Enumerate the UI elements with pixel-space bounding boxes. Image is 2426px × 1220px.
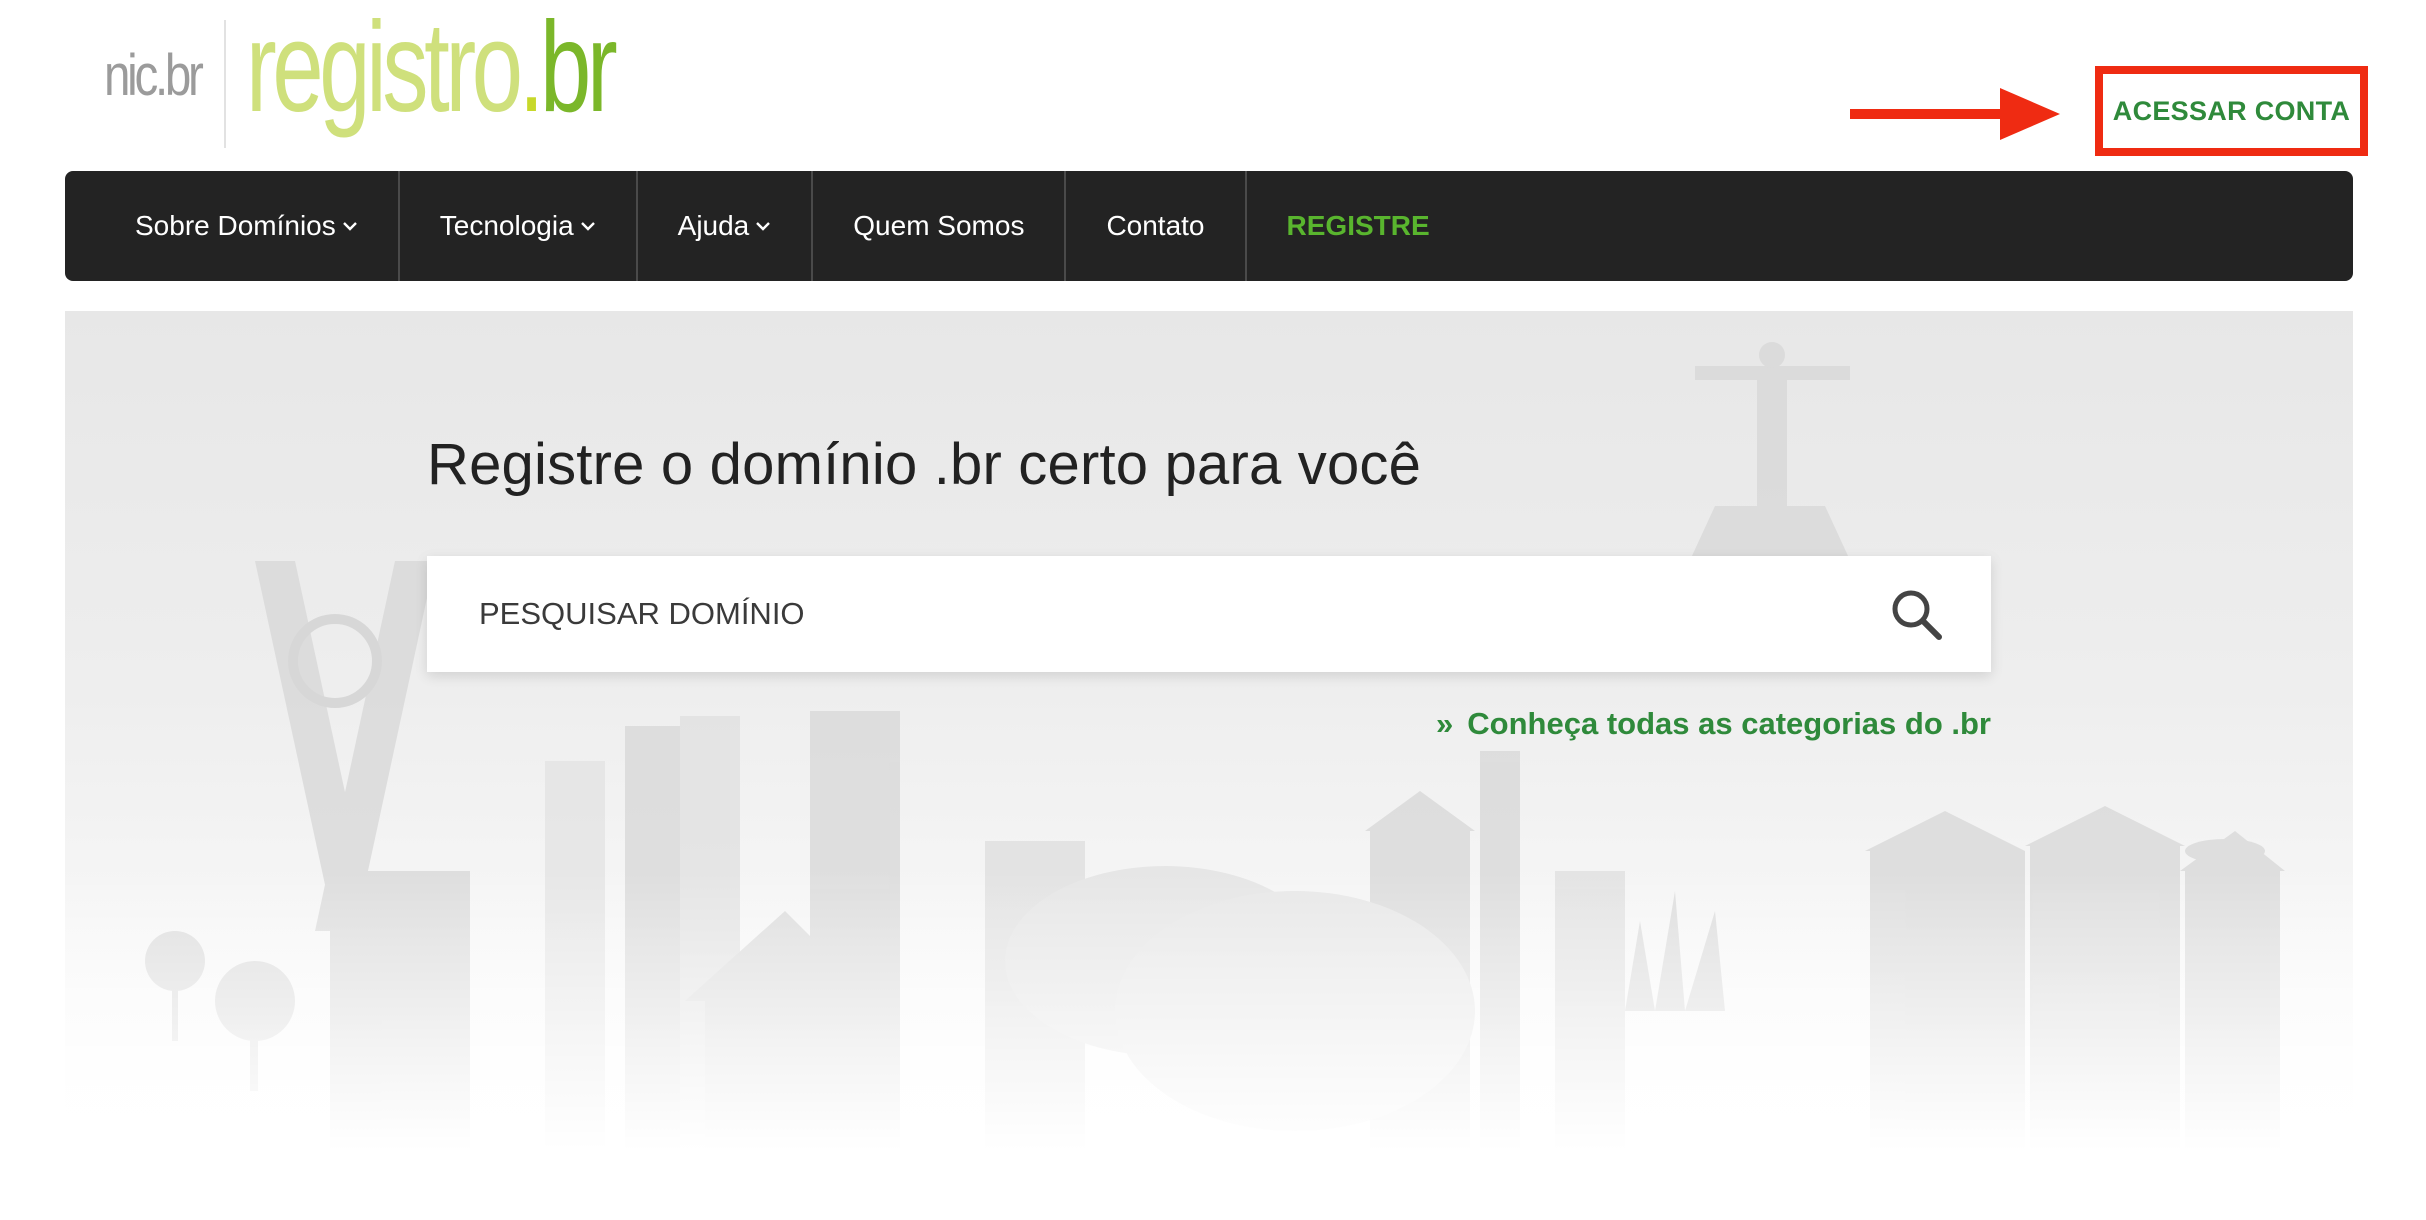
nav-item-label: Ajuda (677, 210, 750, 241)
annotation-arrow-icon (1850, 88, 2060, 140)
nav-item-label: Quem Somos (853, 210, 1025, 241)
nav-item-quem-somos[interactable]: Quem Somos (813, 171, 1067, 281)
nav-item-sobre-dominios[interactable]: Sobre Domínios (65, 171, 400, 281)
categories-link-label: Conheça todas as categorias do .br (1467, 706, 1991, 741)
nav-item-registre[interactable]: REGISTRE (1247, 171, 1470, 281)
categories-link[interactable]: » Conheça todas as categorias do .br (1436, 706, 1991, 742)
nav-item-label: REGISTRE (1286, 210, 1430, 241)
main-nav: Sobre Domínios Tecnologia Ajuda Quem Som… (65, 171, 2353, 281)
logo-divider (224, 20, 226, 148)
chevron-down-icon (756, 222, 771, 231)
chevron-down-icon (342, 222, 357, 231)
acessar-conta-link[interactable]: ACESSAR CONTA (2113, 96, 2350, 127)
site-logo[interactable]: nic.br registro.br (104, 4, 644, 150)
nav-item-contato[interactable]: Contato (1066, 171, 1247, 281)
hero-section: Registre o domínio .br certo para você »… (65, 311, 2353, 1151)
domain-search-input[interactable] (427, 555, 1889, 673)
nav-item-label: Tecnologia (439, 210, 574, 241)
nav-item-label: Contato (1106, 210, 1205, 241)
nav-item-tecnologia[interactable]: Tecnologia (400, 171, 638, 281)
domain-search-box (427, 555, 1991, 673)
account-highlight-box: ACESSAR CONTA (2095, 66, 2368, 156)
nav-item-ajuda[interactable]: Ajuda (638, 171, 814, 281)
double-chevron-right-icon: » (1436, 706, 1454, 741)
nic-br-logo[interactable]: nic.br (104, 42, 204, 109)
hero-title: Registre o domínio .br certo para você (427, 432, 1422, 497)
search-icon[interactable] (1889, 587, 1943, 641)
registro-br-logo[interactable]: registro.br (246, 4, 618, 132)
nav-item-label: Sobre Domínios (135, 210, 336, 241)
chevron-down-icon (580, 222, 595, 231)
